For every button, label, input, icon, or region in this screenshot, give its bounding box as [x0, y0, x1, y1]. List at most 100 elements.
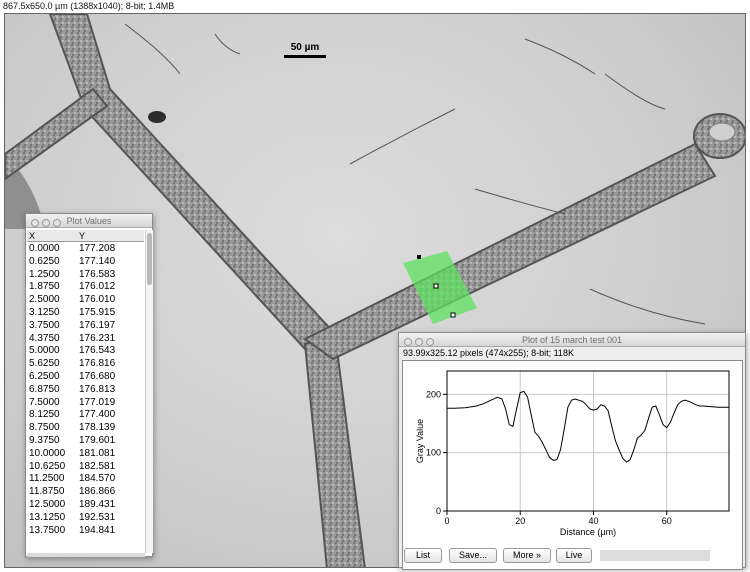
more-button[interactable]: More »: [503, 548, 551, 563]
column-header-x[interactable]: X: [29, 230, 35, 242]
table-row[interactable]: 8.7500 178.139: [27, 422, 144, 435]
cell-y: 176.231: [79, 332, 116, 344]
cell-x: 0.0000: [29, 243, 60, 254]
live-button[interactable]: Live: [556, 548, 592, 563]
cell-x: 8.7500: [29, 422, 60, 434]
window-controls[interactable]: [31, 217, 64, 231]
table-row[interactable]: 3.1250 175.915: [27, 307, 144, 320]
table-row[interactable]: 5.0000 176.543: [27, 345, 144, 358]
cell-y: 176.680: [79, 370, 116, 382]
plot-values-titlebar[interactable]: Plot Values: [26, 214, 152, 228]
table-row[interactable]: 13.1250 192.531: [27, 512, 144, 525]
zoom-window-icon[interactable]: [53, 219, 61, 227]
table-row[interactable]: 3.7500 176.197: [27, 320, 144, 333]
list-button[interactable]: List: [404, 548, 442, 563]
cell-x: 1.2500: [29, 268, 60, 280]
table-row[interactable]: 13.7500 194.841: [27, 525, 144, 538]
close-window-icon[interactable]: [404, 338, 412, 346]
table-row[interactable]: 2.5000 176.010: [27, 294, 144, 307]
table-row[interactable]: 5.6250 176.816: [27, 358, 144, 371]
progress-bar: [600, 550, 710, 561]
table-row[interactable]: 6.8750 176.813: [27, 384, 144, 397]
table-row[interactable]: 10.0000 181.081: [27, 448, 144, 461]
y-axis-label: Gray Value: [415, 419, 425, 463]
plot-window[interactable]: Plot of 15 march test 001 93.99x325.12 p…: [398, 332, 746, 570]
x-tick-label: 20: [515, 516, 525, 526]
table-header: X Y: [27, 230, 144, 242]
image-info-bar: 867.5x650.0 µm (1388x1040); 8-bit; 1.4MB: [0, 0, 750, 13]
table-row[interactable]: 10.6250 182.581: [27, 461, 144, 474]
minimize-window-icon[interactable]: [415, 338, 423, 346]
x-axis-label: Distance (µm): [560, 527, 616, 537]
cell-x: 0.6250: [29, 255, 60, 267]
cell-x: 2.5000: [29, 294, 60, 306]
profile-line: [447, 390, 729, 463]
cell-y: 177.400: [79, 409, 116, 421]
cell-y: 184.570: [79, 473, 116, 485]
table-row[interactable]: 1.8750 176.012: [27, 281, 144, 294]
table-row[interactable]: 7.5000 177.019: [27, 397, 144, 410]
cell-x: 1.8750: [29, 281, 60, 293]
save-button[interactable]: Save...: [449, 548, 497, 563]
cell-y: 192.531: [79, 511, 116, 523]
cell-x: 7.5000: [29, 396, 60, 408]
cell-y: 189.431: [79, 498, 116, 510]
cell-x: 9.3750: [29, 434, 60, 446]
cell-x: 4.3750: [29, 332, 60, 344]
table-row[interactable]: 9.3750 179.601: [27, 435, 144, 448]
cell-x: 13.7500: [29, 524, 66, 536]
table-row[interactable]: 8.1250 177.400: [27, 409, 144, 422]
minimize-window-icon[interactable]: [42, 219, 50, 227]
cell-y: 176.816: [79, 358, 116, 370]
cell-y: 178.139: [79, 422, 116, 434]
horizontal-scrollbar[interactable]: [27, 553, 145, 557]
close-window-icon[interactable]: [31, 219, 39, 227]
cell-y: 176.197: [79, 319, 116, 331]
cell-x: 3.1250: [29, 306, 60, 318]
table-row[interactable]: 11.8750 186.866: [27, 486, 144, 499]
cell-y: 175.915: [79, 306, 116, 318]
scale-bar-label: 50 µm: [290, 42, 320, 53]
profile-chart: 0 20 40 60 0 100 200 Distance (µm) Gray Value: [415, 370, 730, 537]
cell-y: 179.601: [79, 434, 116, 446]
plot-frame: 0 20 40 60 0 100 200 Distance (µm) Gray Value: [402, 360, 743, 570]
table-body[interactable]: 0.0000 177.208 0.6250 177.140 1.2500 176.583 1…: [27, 243, 144, 552]
cell-x: 10.6250: [29, 460, 66, 472]
table-row[interactable]: 0.0000 177.208: [27, 243, 144, 256]
plot-info: 93.99x325.12 pixels (474x255); 8-bit; 11…: [403, 348, 574, 358]
cell-y: 177.208: [79, 243, 116, 254]
y-tick-label: 200: [426, 389, 441, 399]
plot-values-title: Plot Values: [66, 216, 112, 226]
cell-y: 176.583: [79, 268, 116, 280]
cell-x: 10.0000: [29, 447, 66, 459]
scale-bar: 50 µm: [284, 42, 326, 58]
x-tick-label: 40: [588, 516, 598, 526]
scrollbar-thumb[interactable]: [147, 233, 152, 285]
table-row[interactable]: 11.2500 184.570: [27, 473, 144, 486]
cell-x: 12.5000: [29, 498, 66, 510]
plot-values-window[interactable]: Plot Values X Y 0.0000 177.208 0.6250 177.1…: [25, 213, 153, 557]
x-tick-label: 0: [444, 516, 449, 526]
cell-x: 5.0000: [29, 345, 60, 357]
cell-y: 186.866: [79, 486, 116, 498]
table-row[interactable]: 12.5000 189.431: [27, 499, 144, 512]
cell-y: 176.543: [79, 345, 116, 357]
table-row[interactable]: 1.2500 176.583: [27, 269, 144, 282]
column-header-y[interactable]: Y: [79, 230, 85, 242]
table-row[interactable]: 0.6250 177.140: [27, 256, 144, 269]
cell-x: 6.8750: [29, 383, 60, 395]
plot-area-frame: [446, 370, 730, 512]
zoom-window-icon[interactable]: [426, 338, 434, 346]
cell-x: 13.1250: [29, 511, 66, 523]
cell-x: 11.2500: [29, 473, 65, 485]
table-row[interactable]: 6.2500 176.680: [27, 371, 144, 384]
plot-titlebar[interactable]: Plot of 15 march test 001: [399, 333, 745, 347]
y-tick-label: 0: [436, 506, 441, 516]
vertical-scrollbar[interactable]: [145, 230, 153, 553]
table-row[interactable]: 4.3750 176.231: [27, 333, 144, 346]
cell-y: 194.841: [79, 524, 116, 536]
y-tick-label: 100: [426, 448, 441, 458]
cell-y: 177.019: [79, 396, 116, 408]
cell-x: 8.1250: [29, 409, 60, 421]
cell-y: 176.012: [79, 281, 116, 293]
